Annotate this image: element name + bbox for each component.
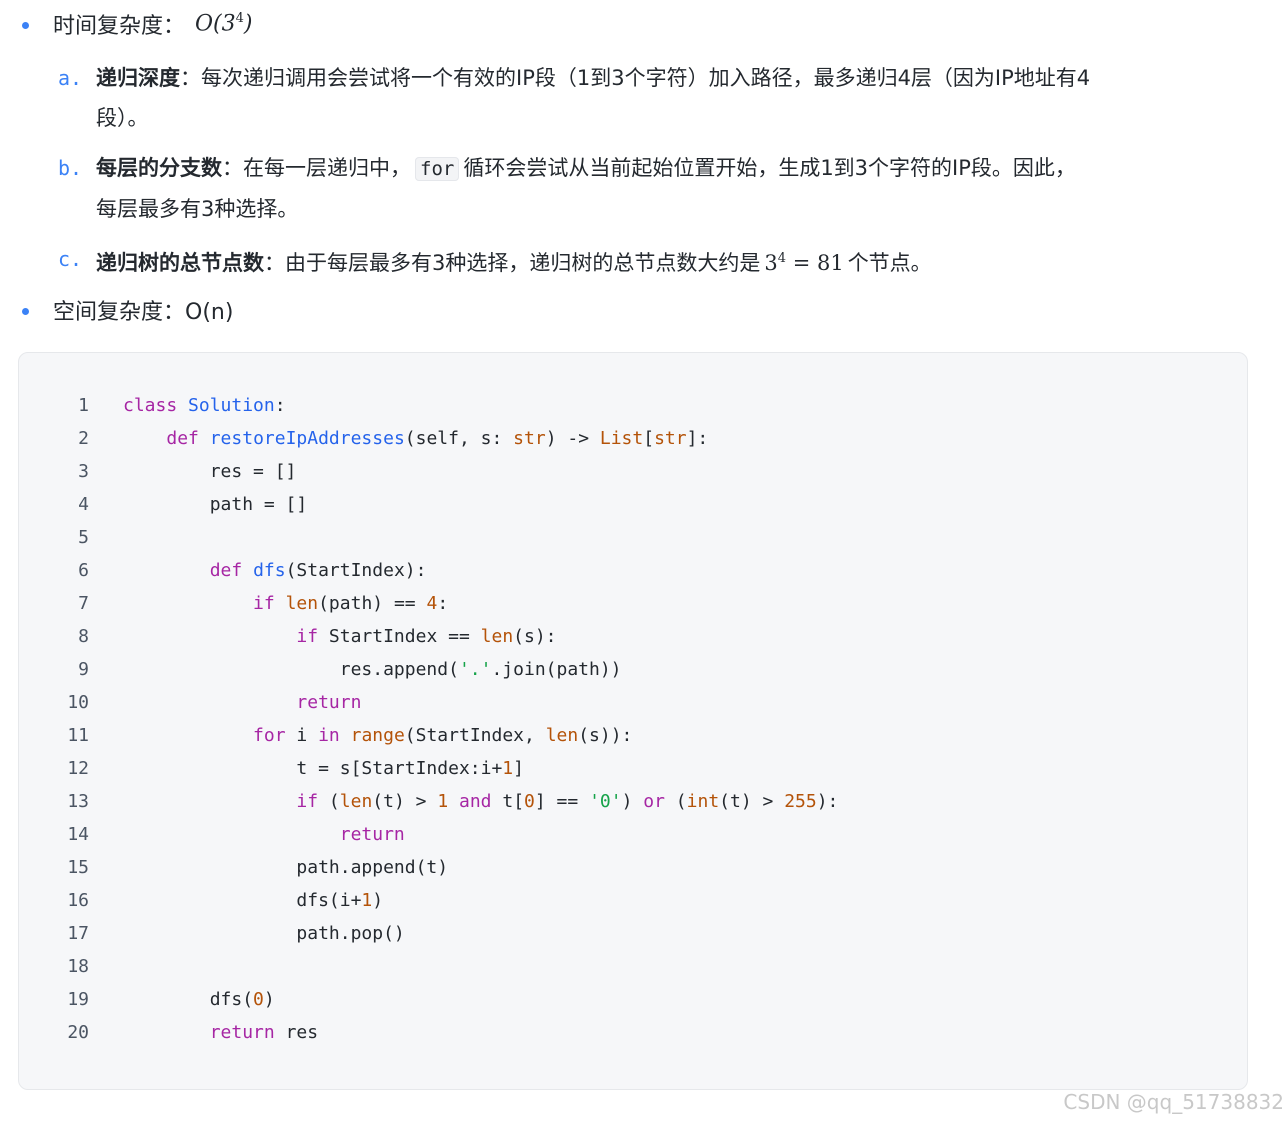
line-number: 17 [67, 923, 89, 944]
code-text: path.append(t) [123, 857, 449, 878]
line-number: 16 [67, 890, 89, 911]
code-text: path.pop() [123, 923, 405, 944]
list-marker: b. [58, 156, 83, 180]
code-text: if StartIndex == len(s): [296, 626, 557, 647]
item-text: ：每次递归调用会尝试将一个有效的IP段（1到3个字符）加入路径，最多递归4层（因… [180, 66, 1091, 90]
line-number: 5 [78, 527, 89, 548]
code-text: dfs(0) [123, 989, 275, 1010]
line-number: 13 [67, 791, 89, 812]
item-text-line2: 每层最多有3种选择。 [96, 197, 299, 221]
line-number: 12 [67, 758, 89, 779]
item-title: 递归树的总节点数 [96, 251, 264, 275]
code-text: if (len(t) > 1 and t[0] == '0') or (int(… [296, 791, 839, 812]
item-title: 递归深度 [96, 66, 180, 90]
bullet-dot [22, 21, 29, 29]
line-number: 19 [67, 989, 89, 1010]
item-text-line2: 段）。 [96, 106, 149, 130]
time-complexity-label: 时间复杂度： [53, 14, 186, 39]
list-item-recursion-depth: a. 递归深度：每次递归调用会尝试将一个有效的IP段（1到3个字符）加入路径，最… [58, 58, 1258, 138]
math-exponent: 4 [235, 11, 244, 27]
item-text-post: 循环会尝试从当前起始位置开始，生成1到3个字符的IP段。因此， [463, 156, 1076, 180]
list-item-branching: b. 每层的分支数：在每一层递归中， for 循环会尝试从当前起始位置开始，生成1到… [58, 148, 1258, 229]
line-number: 4 [78, 494, 89, 515]
math-close: ) [243, 11, 253, 37]
nodes-math: 34 = 81 [764, 251, 843, 275]
line-number: 18 [67, 956, 89, 977]
line-number: 9 [78, 659, 89, 680]
line-number: 1 [78, 395, 89, 416]
code-text: return [339, 824, 405, 845]
math-exponent: 4 [777, 251, 787, 266]
list-marker: a. [58, 66, 83, 90]
space-complexity-label: 空间复杂度：O(n) [53, 300, 234, 325]
line-number: 15 [67, 857, 89, 878]
item-text: ：在每一层递归中， [222, 156, 411, 180]
list-item-total-nodes: c. 递归树的总节点数：由于每层最多有3种选择，递归树的总节点数大约是 34 = … [58, 239, 1258, 283]
line-number: 14 [67, 824, 89, 845]
code-text: return [296, 692, 362, 713]
math-equals: = 81 [786, 251, 844, 275]
line-number: 20 [67, 1022, 89, 1043]
inline-code: for [415, 157, 460, 181]
math-base: 3 [764, 251, 778, 275]
code-text: def restoreIpAddresses(self, s: str) -> … [166, 428, 709, 449]
line-number: 3 [78, 461, 89, 482]
line-number: 11 [67, 725, 89, 746]
list-marker: c. [58, 247, 83, 271]
line-number: 6 [78, 560, 89, 581]
code-text: if len(path) == 4: [253, 593, 449, 614]
watermark: CSDN @qq_51738832 [1063, 1090, 1284, 1114]
line-number: 7 [78, 593, 89, 614]
code-text: return res [209, 1022, 319, 1043]
line-number: 10 [67, 692, 89, 713]
space-complexity-bullet: 空间复杂度：O(n) [22, 294, 233, 326]
item-title: 每层的分支数 [96, 156, 222, 180]
item-text: ：由于每层最多有3种选择，递归树的总节点数大约是 [264, 251, 761, 275]
bullet-dot [22, 307, 29, 315]
code-block[interactable]: 1 class Solution: 2 def restoreIpAddresses… [18, 352, 1248, 1090]
math-base: O(3 [195, 11, 236, 37]
code-text: res = [] [123, 461, 297, 482]
time-complexity-math: O(34) [195, 11, 253, 36]
line-number: 8 [78, 626, 89, 647]
code-text: for i in range(StartIndex, len(s)): [253, 725, 633, 746]
code-text: path = [] [123, 494, 308, 515]
time-complexity-bullet: 时间复杂度： O(34) [22, 8, 253, 40]
item-text-post: 个节点。 [847, 251, 932, 275]
line-number: 2 [78, 428, 89, 449]
code-text: def dfs(StartIndex): [209, 560, 427, 581]
code-text: dfs(i+1) [123, 890, 384, 911]
code-text: t = s[StartIndex:i+1] [123, 758, 524, 779]
code-text: class Solution: [123, 395, 286, 416]
code-text: res.append('.'.join(path)) [123, 659, 622, 680]
